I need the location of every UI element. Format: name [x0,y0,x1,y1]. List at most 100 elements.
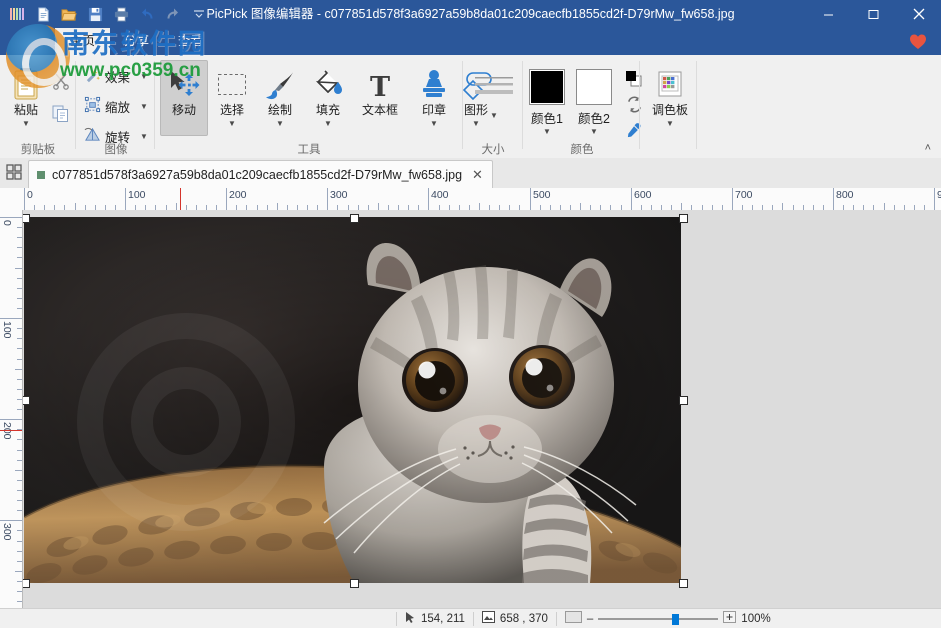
color1-button[interactable]: 颜色1 ▼ [529,69,565,136]
rotate-dropdown-arrow[interactable]: ▼ [140,132,148,141]
vertical-cursor-marker [0,430,22,431]
text-tool-label: 文本框 [362,103,398,118]
ribbon-group-clipboard-label: 剪贴板 [0,141,76,157]
ruler-minor-tick [75,203,76,210]
selection-handle-w[interactable] [23,396,30,405]
qat-more-icon[interactable] [188,3,210,25]
effects-dropdown-arrow[interactable]: ▼ [140,72,148,81]
fill-dropdown-arrow[interactable]: ▼ [324,119,332,128]
color1-dropdown-arrow[interactable]: ▼ [543,127,551,136]
ruler-major-tick [833,188,834,210]
select-tool-button[interactable]: 选择 ▼ [208,60,256,136]
selection-handle-nw[interactable] [23,214,30,223]
brush-tool-button[interactable]: 绘制 ▼ [256,60,304,136]
brush-dropdown-arrow[interactable]: ▼ [276,119,284,128]
brush-icon [264,61,296,101]
ruler-minor-tick [17,450,22,451]
ruler-major-tick [327,188,328,210]
menu-item-home[interactable]: 主页 [55,28,110,55]
ruler-minor-tick [17,348,22,349]
group-divider [639,61,640,149]
zoom-out-button[interactable]: – [587,613,593,625]
ruler-label: 300 [1,523,13,541]
tab-close-icon[interactable]: ✕ [469,167,486,183]
selection-handle-ne[interactable] [679,214,688,223]
ruler-minor-tick [580,203,581,210]
title-bar: PicPick 图像编辑器 - c077851d578f3a6927a59b8d… [0,0,941,28]
ruler-minor-tick [17,247,22,248]
ruler-minor-tick [17,399,22,400]
effects-label: 效果 [105,67,130,86]
selection-handle-se[interactable] [679,579,688,588]
brush-tool-label: 绘制 [268,103,292,118]
quick-access-toolbar [4,0,210,28]
horizontal-ruler: 0100200300400500600700800900 [0,188,941,211]
maximize-button[interactable] [851,0,896,28]
cat-photo [24,217,681,583]
minimize-button[interactable] [806,0,851,28]
image-size: 658 , 370 [474,609,556,628]
ruler-minor-tick [17,379,22,380]
effects-button[interactable]: 效果 ▼ [81,63,157,89]
stamp-tool-button[interactable]: 印章 ▼ [410,60,458,136]
group-divider [696,61,697,149]
zoom-in-button[interactable] [723,611,736,626]
redo-icon[interactable] [162,3,184,25]
document-tab[interactable]: c077851d578f3a6927a59b8da01c209caecfb185… [28,160,493,189]
color2-dropdown-arrow[interactable]: ▼ [590,127,598,136]
move-tool-button[interactable]: 移动 [160,60,208,136]
color2-swatch[interactable] [576,69,612,105]
selection-handle-n[interactable] [350,214,359,223]
zoom-slider[interactable] [598,612,718,626]
paste-dropdown-arrow[interactable]: ▼ [22,119,30,128]
text-tool-button[interactable]: T 文本框 [352,60,408,136]
ruler-minor-tick [17,237,22,238]
selection-handle-e[interactable] [679,396,688,405]
fill-icon [312,61,344,101]
selection-handle-s[interactable] [350,579,359,588]
palette-button[interactable]: 调色板 ▼ [645,60,695,136]
selection-handle-sw[interactable] [23,579,30,588]
ribbon-collapse-button[interactable]: ˄ [925,142,931,154]
open-folder-icon[interactable] [58,3,80,25]
line-width-dropdown-arrow[interactable]: ▼ [490,111,498,120]
fit-screen-icon[interactable] [565,611,582,626]
palette-dropdown-arrow[interactable]: ▼ [666,119,674,128]
ribbon-group-image-label: 图像 [77,141,155,157]
paste-button[interactable]: 粘贴 ▼ [6,60,46,136]
color2-button[interactable]: 颜色2 ▼ [576,69,612,136]
undo-icon[interactable] [136,3,158,25]
heart-icon[interactable] [909,33,927,51]
copy-icon [52,105,70,126]
canvas-area[interactable] [23,210,941,608]
menu-item-view[interactable]: 查看 [166,28,215,55]
paste-label: 粘贴 [14,103,38,118]
new-file-icon[interactable] [32,3,54,25]
ruler-major-tick [530,188,531,210]
fill-tool-button[interactable]: 填充 ▼ [304,60,352,136]
zoom-slider-knob[interactable] [672,614,679,625]
copy-button[interactable] [46,102,76,128]
group-divider [75,61,76,149]
resize-button[interactable]: 缩放 ▼ [81,93,157,119]
ruler-label: 100 [1,321,13,339]
ruler-minor-tick [17,257,22,258]
ruler-minor-tick [782,203,783,210]
ruler-label: 0 [27,189,33,201]
stamp-dropdown-arrow[interactable]: ▼ [430,119,438,128]
save-icon[interactable] [84,3,106,25]
print-icon[interactable] [110,3,132,25]
tab-grid-icon[interactable] [5,163,25,183]
image-canvas[interactable] [24,217,681,583]
close-button[interactable] [896,0,941,28]
menu-bar: 文件 主页 分享 查看 [0,28,941,55]
resize-dropdown-arrow[interactable]: ▼ [140,102,148,111]
select-icon [215,61,249,101]
menu-item-share[interactable]: 分享 [112,28,161,55]
image-size-value: 658 , 370 [500,613,548,625]
line-width-button[interactable]: ▼ [469,60,519,136]
color1-swatch[interactable] [529,69,565,105]
cut-button[interactable] [46,69,76,95]
text-icon: T [365,61,395,101]
select-dropdown-arrow[interactable]: ▼ [228,119,236,128]
